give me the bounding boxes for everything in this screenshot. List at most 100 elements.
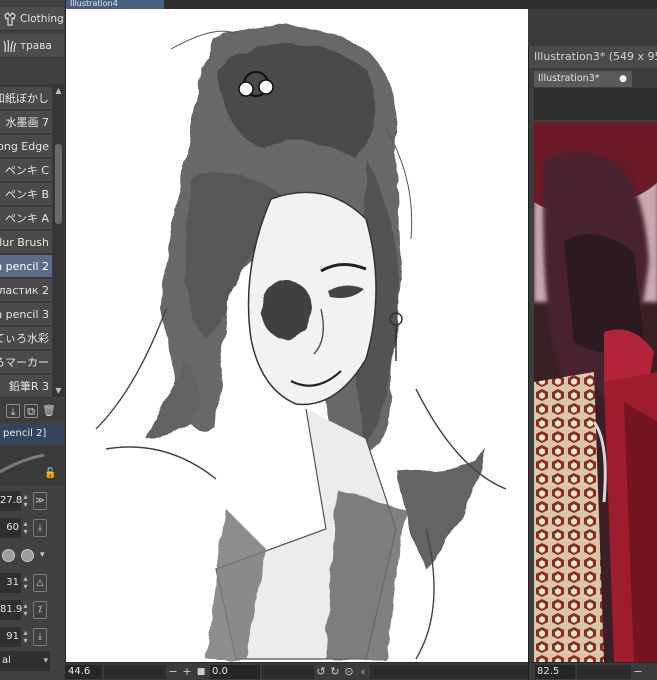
secondary-window-title[interactable]: Illustration3* (549 x 959	[529, 46, 657, 68]
stroke-preview-graphic	[0, 453, 45, 474]
rotate-right-icon[interactable]: ↻	[328, 665, 342, 678]
rotate-left-icon[interactable]: ↺	[314, 665, 328, 678]
rotation-slider[interactable]	[262, 664, 314, 679]
horizontal-scrollbar[interactable]	[370, 664, 528, 679]
main-canvas[interactable]	[66, 9, 528, 662]
sub-tool-toolbar: ⤓ ⧉ 🗑	[0, 400, 64, 422]
download-icon[interactable]: ⤓	[33, 628, 47, 646]
tool-property-title: pencil 2]	[3, 428, 47, 439]
brush-item[interactable]: ong Edge	[0, 135, 52, 158]
download-icon[interactable]: ⤓	[33, 519, 47, 537]
scroll-down-icon[interactable]: ▼	[54, 386, 63, 395]
sub-color-swatch[interactable]	[21, 548, 34, 562]
brush-list: ▲ ▼ 和紙ぼかし水墨画 7 ong Edge ペンキ C ペンキ B ペンキ A Blu…	[0, 84, 64, 398]
param-value-field[interactable]: 81.9	[0, 600, 22, 620]
brush-item[interactable]: ろマーカー	[0, 351, 52, 374]
chevron-down-icon: ▾	[43, 656, 48, 666]
brush-item[interactable]: ペンキ B	[0, 183, 52, 206]
param-value-field[interactable]: 60	[0, 518, 21, 538]
clothing-set-icon	[4, 11, 16, 26]
grass-set-icon	[3, 39, 17, 52]
close-tab-icon[interactable]: ●	[619, 71, 627, 87]
param-value-field[interactable]: 31	[0, 573, 21, 593]
brush-item[interactable]: ластик 2	[0, 279, 52, 302]
brush-set-grass[interactable]: трава	[0, 34, 64, 58]
lock-icon[interactable]: 🔓	[44, 468, 56, 480]
secondary-zoom-field[interactable]: 82.5	[535, 664, 575, 679]
param-value-field[interactable]: 27.8	[0, 491, 22, 511]
stroke-preview: 🔓	[0, 446, 64, 486]
tool-param-row: 31 ▴ ▾ △	[0, 570, 64, 596]
secondary-zoom-value: 82.5	[537, 665, 560, 677]
secondary-command-bar	[534, 88, 657, 120]
brush-item[interactable]: 和紙ぼかし	[0, 87, 52, 110]
main-status-bar: 44.6 − + ■ 0.0 ↺ ↻ ⊙ ‹	[66, 662, 528, 680]
tool-param-row: 60 ▴ ▾ ⤓	[0, 515, 64, 541]
brush-list-scrollbar[interactable]: ▲ ▼	[53, 84, 64, 397]
chevron-down-icon[interactable]: ▾	[40, 550, 45, 560]
reference-photo[interactable]	[534, 122, 657, 662]
brush-item-label: てぃろ水彩	[0, 332, 49, 345]
zoom-in-icon[interactable]: +	[180, 665, 194, 678]
brush-set-label: трава	[20, 39, 52, 52]
zoom-field[interactable]: 44.6	[66, 664, 102, 679]
rotation-value: 0.0	[212, 665, 228, 677]
brush-item-label: ong Edge	[0, 140, 49, 153]
brush-item-label: ペンキ A	[4, 212, 49, 225]
spinner-icon[interactable]: ▴ ▾	[21, 518, 30, 538]
brush-item[interactable]: gn pencil 2	[0, 255, 52, 278]
ink-sketch-artwork	[95, 23, 507, 660]
brush-item-label: ろマーカー	[0, 356, 49, 369]
brush-item[interactable]: ペンキ A	[0, 207, 52, 230]
brush-item-label: 和紙ぼかし	[0, 92, 49, 105]
blend-mode-select[interactable]: al ▾	[0, 651, 50, 671]
brush-set-clothing[interactable]: Clothing	[0, 7, 64, 31]
brush-item[interactable]: 水墨画 7	[0, 111, 52, 134]
tab-illustration4[interactable]: Illustration4	[66, 0, 164, 9]
scroll-left-icon[interactable]: ‹	[356, 665, 370, 678]
brush-set-label: Clothing	[20, 12, 64, 25]
brush-item[interactable]: gn pencil 3	[0, 303, 52, 326]
brush-item[interactable]: ペンキ C	[0, 159, 52, 182]
blend-mode-value: al	[2, 655, 11, 666]
reset-rotation-icon[interactable]: ⊙	[342, 665, 356, 678]
tab-illustration3[interactable]: Illustration3* ●	[534, 71, 632, 87]
percent-icon[interactable]: ⁒	[33, 601, 47, 619]
brush-item[interactable]: てぃろ水彩	[0, 327, 52, 350]
tool-property-tab[interactable]: pencil 2]	[0, 424, 64, 444]
download-subtool-icon[interactable]: ⤓	[6, 404, 20, 418]
tab-label: Illustration4	[70, 0, 118, 8]
main-color-swatch[interactable]	[2, 548, 15, 562]
spinner-icon[interactable]: ▴ ▾	[21, 600, 30, 620]
scroll-up-icon[interactable]: ▲	[54, 86, 63, 95]
spinner-icon[interactable]: ▴ ▾	[21, 627, 30, 647]
scrollbar-thumb[interactable]	[55, 144, 62, 224]
secondary-status-bar: 82.5 −	[529, 662, 657, 680]
brush-item[interactable]: Blur Brush	[0, 231, 52, 254]
delete-subtool-icon[interactable]: 🗑	[42, 404, 56, 418]
color-swatch-row: ▾	[0, 542, 64, 568]
param-value-field[interactable]: 91	[0, 627, 21, 647]
brush-item-label: 鉛筆R 3	[8, 380, 49, 393]
brush-item-label: ペンキ B	[4, 188, 49, 201]
spinner-icon[interactable]: ▴ ▾	[21, 573, 30, 593]
triangle-icon[interactable]: △	[33, 574, 47, 592]
zoom-slider[interactable]	[104, 664, 166, 679]
brush-item-label: 水墨画 7	[5, 116, 50, 129]
brush-item[interactable]: 鉛筆R 3	[0, 375, 52, 398]
zoom-out-icon[interactable]: −	[166, 665, 180, 678]
tool-param-row: 91 ▴ ▾ ⤓	[0, 624, 64, 650]
rotation-field[interactable]: 0.0	[210, 664, 260, 679]
reference-photo-image	[534, 122, 657, 662]
fit-stop-icon[interactable]: ■	[194, 667, 208, 677]
spinner-icon[interactable]: ▴ ▾	[21, 491, 30, 511]
brush-item-label: ペンキ C	[4, 164, 49, 177]
zoom-out-icon[interactable]: −	[631, 665, 645, 678]
duplicate-subtool-icon[interactable]: ⧉	[24, 404, 38, 418]
brush-item-label: ластик 2	[0, 284, 49, 297]
secondary-zoom-slider[interactable]	[577, 664, 631, 679]
canvas-tab-bar: Illustration4	[66, 0, 657, 9]
sub-tool-panel: Clothing трава ▲ ▼ 和紙ぼかし水墨画 7 ong Edge ペンキ…	[0, 0, 66, 680]
expand-icon[interactable]: ≫	[33, 492, 47, 510]
brush-item-label: gn pencil 3	[0, 308, 49, 321]
